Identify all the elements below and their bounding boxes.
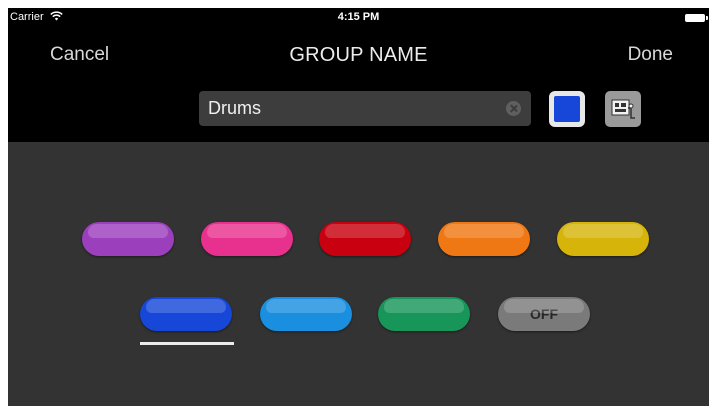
done-button[interactable]: Done [628, 44, 673, 66]
image-button[interactable] [605, 91, 641, 127]
battery-icon [685, 14, 708, 22]
navigation-bar: Cancel GROUP NAME Done [8, 34, 709, 84]
status-bar: Carrier 4:15 PM [8, 8, 709, 28]
color-option-light-blue[interactable] [260, 297, 352, 331]
color-option-red[interactable] [319, 222, 411, 256]
color-option-blue[interactable] [140, 297, 232, 331]
clear-text-icon[interactable] [506, 101, 521, 116]
color-swatch-button[interactable] [549, 91, 585, 127]
selected-color-swatch [554, 96, 580, 122]
page-title: GROUP NAME [289, 44, 428, 66]
selected-indicator [140, 342, 234, 345]
image-icon [611, 99, 635, 119]
screen: Carrier 4:15 PM Cancel GROUP NAME Done D… [8, 8, 709, 406]
color-option-yellow[interactable] [557, 222, 649, 256]
color-option-purple[interactable] [82, 222, 174, 256]
color-option-green[interactable] [378, 297, 470, 331]
group-name-field [199, 91, 531, 126]
color-picker-area: OFF [8, 142, 709, 406]
color-option-orange[interactable] [438, 222, 530, 256]
color-option-pink[interactable] [201, 222, 293, 256]
status-time: 4:15 PM [337, 11, 380, 23]
group-name-input[interactable] [199, 91, 499, 126]
color-option-off[interactable]: OFF [498, 297, 590, 331]
